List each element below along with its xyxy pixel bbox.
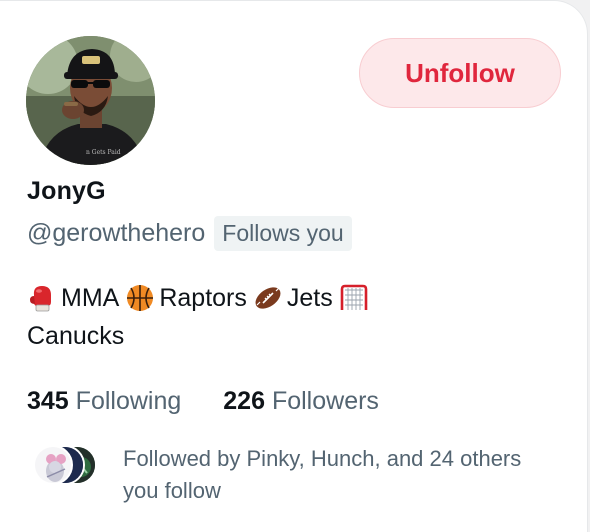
svg-text:n Gets Paid: n Gets Paid bbox=[86, 149, 121, 156]
mutual-avatar-1 bbox=[33, 445, 73, 485]
bio-text-mma: MMA bbox=[61, 284, 120, 312]
profile-bio: MMA Raptors Jets Canucks bbox=[27, 279, 547, 355]
basketball-icon bbox=[125, 283, 155, 313]
user-handle[interactable]: @gerowthehero bbox=[27, 219, 205, 248]
following-count: 345 bbox=[27, 387, 69, 415]
follow-stats: 345 Following 226 Followers bbox=[27, 383, 421, 419]
followers-label: Followers bbox=[271, 387, 379, 415]
mutual-avatars: ch bbox=[33, 445, 99, 485]
followed-by-section[interactable]: ch Followed by Pinky, Hunch, and 24 othe… bbox=[33, 443, 533, 507]
handle-row: @gerowthehero Follows you bbox=[27, 214, 352, 252]
bio-text-raptors: Raptors bbox=[159, 284, 247, 312]
display-name[interactable]: JonyG bbox=[27, 177, 106, 206]
follows-you-badge: Follows you bbox=[214, 215, 352, 251]
followers-link[interactable]: 226 Followers bbox=[223, 383, 379, 419]
boxing-glove-icon bbox=[27, 283, 57, 313]
bio-text-jets: Jets bbox=[286, 284, 333, 312]
profile-photo-icon[interactable]: n Gets Paid bbox=[26, 36, 155, 165]
following-label: Following bbox=[75, 387, 182, 415]
unfollow-button[interactable]: Unfollow bbox=[359, 38, 561, 108]
followed-by-text: Followed by Pinky, Hunch, and 24 others … bbox=[123, 446, 522, 503]
following-link[interactable]: 345 Following bbox=[27, 383, 181, 419]
followers-count: 226 bbox=[223, 387, 265, 415]
hockey-goal-icon bbox=[339, 283, 369, 313]
football-icon bbox=[253, 283, 283, 313]
bio-text-canucks: Canucks bbox=[27, 322, 125, 350]
profile-hover-card: n Gets Paid Unfollow JonyG @gerowthehero… bbox=[0, 0, 588, 532]
